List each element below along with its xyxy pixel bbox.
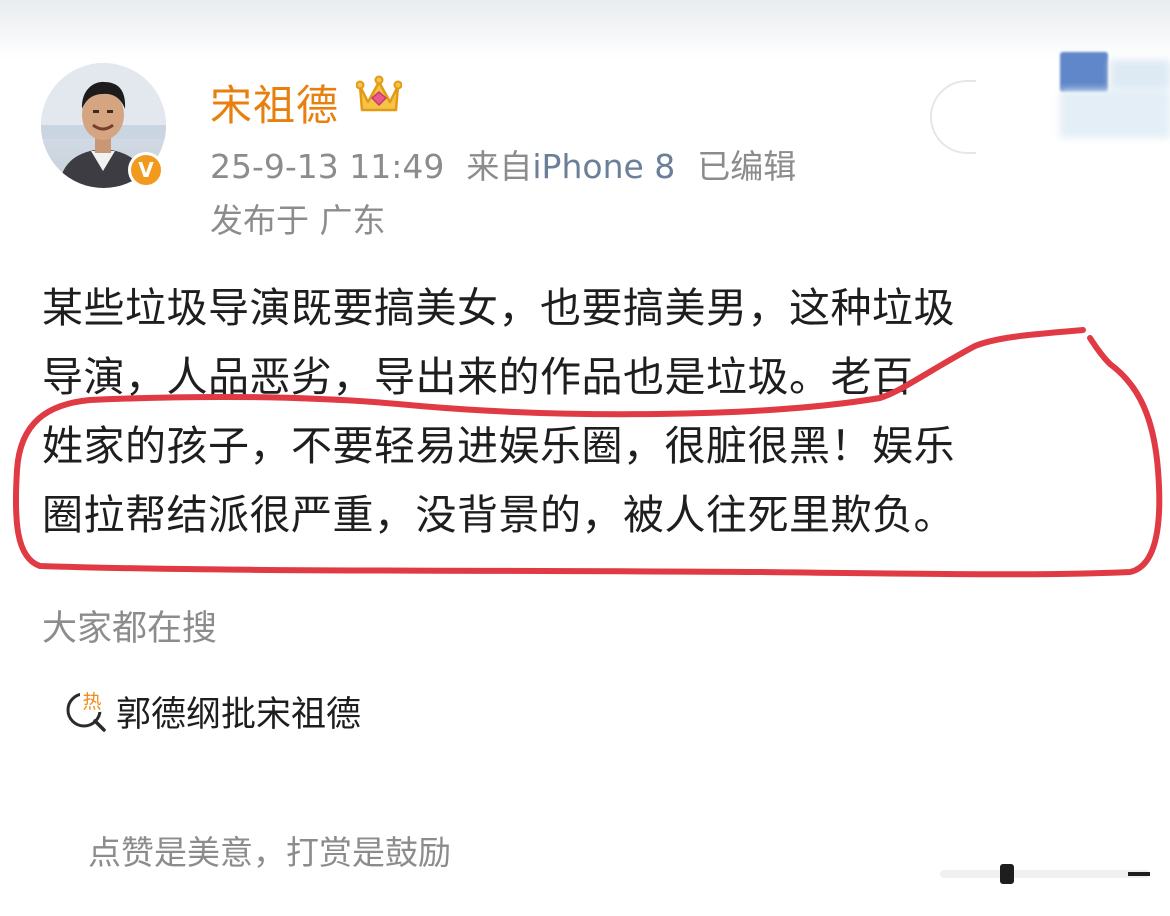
author-name[interactable]: 宋祖德 xyxy=(210,72,339,133)
blurred-element xyxy=(1110,60,1170,90)
post-line: 姓家的孩子，不要轻易进娱乐圈，很脏很黑！娱乐 xyxy=(42,422,955,470)
post-line: 圈拉帮结派很严重，没背景的，被人往死里欺负。 xyxy=(42,491,955,539)
reward-text: 点赞是美意，打赏是鼓励 xyxy=(88,833,451,872)
verified-badge-icon: V xyxy=(128,152,164,188)
reward-indicator[interactable] xyxy=(940,862,1150,886)
source-label: 来自 xyxy=(466,147,533,186)
hot-search-item[interactable]: 热 郭德纲批宋祖德 xyxy=(62,686,361,736)
post-text: 某些垃圾导演既要搞美女，也要搞美男，这种垃圾 导演，人品恶劣，导出来的作品也是垃… xyxy=(42,274,1122,550)
post-location: 发布于 广东 xyxy=(210,201,386,240)
hot-search-text: 郭德纲批宋祖德 xyxy=(116,694,362,735)
crown-icon xyxy=(356,75,402,112)
source-device-link[interactable]: iPhone 8 xyxy=(532,147,675,186)
blurred-element xyxy=(1060,52,1108,92)
post-line: 导演，人品恶劣，导出来的作品也是垃圾。老百 xyxy=(42,353,914,401)
post-time: 25-9-13 11:49 xyxy=(210,147,445,186)
edited-label[interactable]: 已编辑 xyxy=(697,147,796,186)
search-section-title: 大家都在搜 xyxy=(42,609,218,649)
blurred-element xyxy=(1060,90,1170,138)
top-fade xyxy=(0,0,1170,60)
hot-search-icon: 热 xyxy=(66,690,106,732)
post-line: 某些垃圾导演既要搞美女，也要搞美男，这种垃圾 xyxy=(42,284,955,332)
hot-label: 热 xyxy=(82,691,101,713)
post-meta: 25-9-13 11:49 来自iPhone 8 已编辑 xyxy=(210,140,796,188)
follow-button-ghost[interactable] xyxy=(930,80,976,154)
